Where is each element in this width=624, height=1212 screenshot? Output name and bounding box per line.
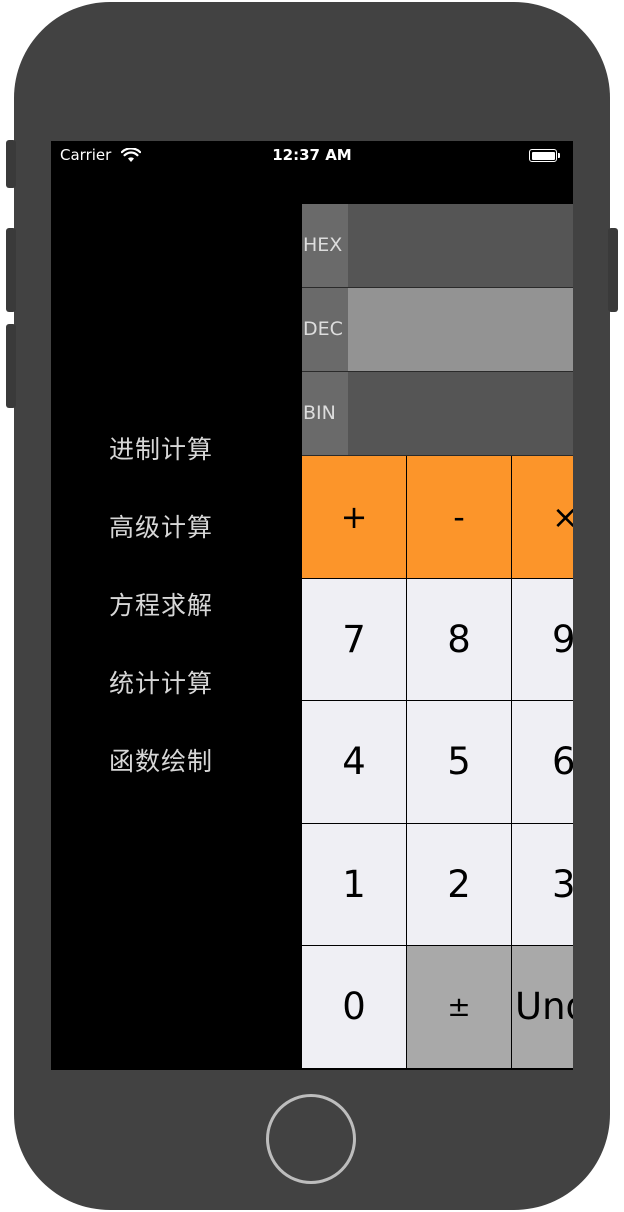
- dec-label: DEC: [302, 288, 348, 371]
- multiply-button[interactable]: ×: [512, 456, 573, 578]
- digit-2-button[interactable]: 2: [407, 823, 512, 945]
- plus-button[interactable]: +: [302, 456, 407, 578]
- bin-label: BIN: [302, 372, 348, 455]
- keypad-row-789: 7 8 9: [302, 578, 573, 701]
- menu-item-advanced-calc[interactable]: 高级计算: [109, 509, 289, 587]
- status-bar: Carrier 12:37 AM: [51, 141, 573, 171]
- silent-switch: [6, 140, 16, 188]
- digit-0-button[interactable]: 0: [302, 946, 407, 1068]
- keypad-row-bottom: 0 ± Und: [302, 946, 573, 1069]
- keypad-row-123: 1 2 3: [302, 823, 573, 946]
- digit-3-button[interactable]: 3: [512, 823, 573, 945]
- status-time: 12:37 AM: [272, 146, 352, 164]
- volume-up-button: [6, 228, 16, 312]
- home-button[interactable]: [266, 1094, 356, 1184]
- hex-label: HEX: [302, 204, 348, 287]
- volume-down-button: [6, 324, 16, 408]
- menu-item-function-plot[interactable]: 函数绘制: [109, 743, 289, 821]
- hex-display[interactable]: [348, 204, 573, 287]
- digit-7-button[interactable]: 7: [302, 578, 407, 700]
- digit-6-button[interactable]: 6: [512, 701, 573, 823]
- bin-row[interactable]: BIN: [302, 372, 573, 456]
- keypad: + - × 7 8 9 4 5 6 1 2 3 0 ± Und: [302, 456, 573, 1069]
- menu-item-base-conversion[interactable]: 进制计算: [109, 431, 289, 509]
- minus-button[interactable]: -: [407, 456, 512, 578]
- screen: Carrier 12:37 AM 进制计算 高级计算 方程求解 统计计算 函数绘…: [51, 141, 573, 1070]
- side-menu: 进制计算 高级计算 方程求解 统计计算 函数绘制: [109, 431, 289, 821]
- bin-display[interactable]: [348, 372, 573, 455]
- keypad-row-operators: + - ×: [302, 456, 573, 579]
- battery-icon: [529, 149, 557, 162]
- digit-9-button[interactable]: 9: [512, 578, 573, 700]
- undo-button[interactable]: Und: [512, 946, 573, 1068]
- digit-5-button[interactable]: 5: [407, 701, 512, 823]
- programmer-calculator: HEX DEC BIN + - × 7 8 9 4 5 6 1 2 3 0 ± …: [302, 204, 573, 1069]
- dec-display[interactable]: [348, 288, 573, 371]
- digit-1-button[interactable]: 1: [302, 823, 407, 945]
- power-button: [608, 228, 618, 312]
- keypad-row-456: 4 5 6: [302, 701, 573, 824]
- sign-toggle-button[interactable]: ±: [407, 946, 512, 1068]
- battery-tip: [558, 153, 560, 158]
- hex-row[interactable]: HEX: [302, 204, 573, 288]
- dec-row[interactable]: DEC: [302, 288, 573, 372]
- menu-item-statistics[interactable]: 统计计算: [109, 665, 289, 743]
- digit-8-button[interactable]: 8: [407, 578, 512, 700]
- digit-4-button[interactable]: 4: [302, 701, 407, 823]
- menu-item-equation-solver[interactable]: 方程求解: [109, 587, 289, 665]
